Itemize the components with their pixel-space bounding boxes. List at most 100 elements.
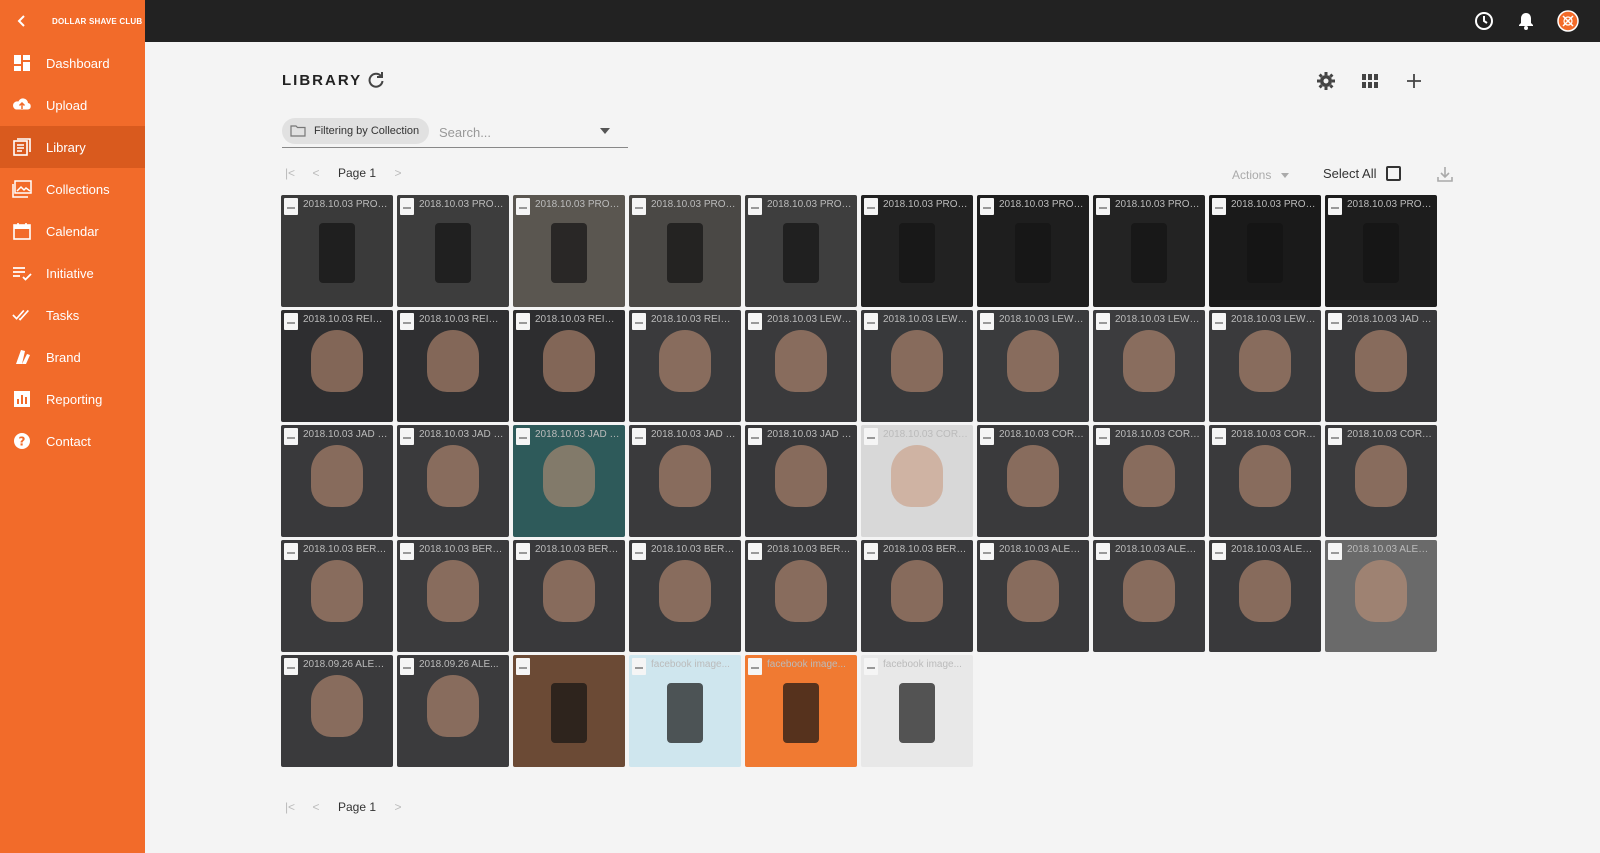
asset-thumbnail (1123, 445, 1175, 507)
asset-tile[interactable]: 2018.10.03 PROD... (513, 195, 625, 307)
asset-tile[interactable]: 2018.10.03 JAD JP... (397, 425, 509, 537)
sidebar-item-library[interactable]: Library (0, 126, 145, 168)
asset-tile[interactable]: 2018.10.03 PROD... (1325, 195, 1437, 307)
sidebar-item-contact[interactable]: ? Contact (0, 420, 145, 462)
collection-filter-chip[interactable]: Filtering by Collection (282, 118, 430, 144)
next-page-icon[interactable]: > (390, 165, 406, 181)
collections-icon (12, 179, 32, 199)
gear-icon[interactable] (1315, 70, 1337, 92)
first-page-icon[interactable]: |< (282, 165, 298, 181)
avatar[interactable] (1556, 9, 1580, 33)
asset-tile[interactable]: 2018.10.03 LEWIS ... (861, 310, 973, 422)
asset-thumbnail (659, 560, 711, 622)
asset-tile[interactable]: 2018.10.03 ALEX J... (977, 540, 1089, 652)
asset-tile[interactable]: 2018.10.03 REID J... (513, 310, 625, 422)
asset-tile[interactable]: 2018.10.03 ALEX J... (1093, 540, 1205, 652)
asset-tile[interactable]: 2018.10.03 REID J... (397, 310, 509, 422)
actions-dropdown[interactable]: Actions (1232, 168, 1290, 182)
asset-thumbnail (1007, 445, 1059, 507)
chevron-left-icon[interactable] (14, 13, 30, 29)
asset-tile[interactable]: 2018.10.03 JAD JP... (629, 425, 741, 537)
bell-icon[interactable] (1514, 9, 1538, 33)
sidebar-item-dashboard[interactable]: Dashboard (0, 42, 145, 84)
asset-tile[interactable]: 2018.10.03 PROD... (281, 195, 393, 307)
sidebar-item-tasks[interactable]: Tasks (0, 294, 145, 336)
asset-tile[interactable]: 2018.09.26 ALEX ... (281, 655, 393, 767)
prev-page-icon[interactable]: < (308, 165, 324, 181)
asset-tile[interactable]: 2018.10.03 LEWIS ... (745, 310, 857, 422)
sidebar-item-label: Collections (46, 181, 110, 197)
add-icon[interactable] (1403, 70, 1425, 92)
select-all-checkbox[interactable] (1386, 166, 1402, 181)
sidebar-item-upload[interactable]: Upload (0, 84, 145, 126)
clock-icon[interactable] (1472, 9, 1496, 33)
asset-tile[interactable]: 2018.10.03 PROD... (1093, 195, 1205, 307)
asset-tile[interactable]: 2018.10.03 LEWIS ... (977, 310, 1089, 422)
select-all-label: Select All (1323, 166, 1377, 181)
asset-tile[interactable]: facebook image... (861, 655, 973, 767)
asset-tile[interactable]: facebook image... (745, 655, 857, 767)
file-type-icon (980, 543, 994, 560)
refresh-icon[interactable] (366, 70, 386, 90)
top-bar (0, 0, 1600, 42)
first-page-icon[interactable]: |< (282, 799, 298, 815)
asset-tile[interactable]: 2018.10.03 JAD JP... (745, 425, 857, 537)
asset-tile[interactable]: 2018.10.03 CORY ... (977, 425, 1089, 537)
asset-tile[interactable]: 2018.10.03 REID J... (629, 310, 741, 422)
sidebar-item-calendar[interactable]: Calendar (0, 210, 145, 252)
prev-page-icon[interactable]: < (308, 799, 324, 815)
sidebar-item-brand[interactable]: Brand (0, 336, 145, 378)
asset-filename: facebook image... (883, 659, 962, 670)
asset-tile[interactable]: 2018.10.03 BERN... (629, 540, 741, 652)
asset-thumbnail (543, 445, 595, 507)
asset-tile[interactable]: 2018.10.03 CORY ... (861, 425, 973, 537)
asset-thumbnail (899, 223, 935, 283)
asset-thumbnail (1355, 445, 1407, 507)
sidebar-item-initiative[interactable]: Initiative (0, 252, 145, 294)
asset-tile[interactable]: 2018.10.03 PROD... (977, 195, 1089, 307)
asset-tile[interactable]: 2018.10.03 ALEX J... (1209, 540, 1321, 652)
next-page-icon[interactable]: > (390, 799, 406, 815)
asset-tile[interactable]: 2018.10.03 ALEX J... (1325, 540, 1437, 652)
asset-tile[interactable]: 2018.10.03 BERN... (861, 540, 973, 652)
asset-filename: 2018.10.03 REID J... (651, 314, 737, 325)
sidebar-item-reporting[interactable]: Reporting (0, 378, 145, 420)
asset-filename: 2018.10.03 LEWIS ... (999, 314, 1085, 325)
asset-tile[interactable]: 2018.10.03 JAD JP... (1325, 310, 1437, 422)
asset-filename: 2018.09.26 ALEX ... (303, 659, 389, 670)
asset-tile[interactable]: 2018.10.03 PROD... (629, 195, 741, 307)
asset-tile[interactable]: facebook image... (629, 655, 741, 767)
search-dropdown-arrow-icon[interactable] (600, 128, 610, 134)
sidebar-item-label: Reporting (46, 391, 103, 407)
sidebar-item-collections[interactable]: Collections (0, 168, 145, 210)
header-actions (1315, 70, 1425, 92)
asset-tile[interactable]: 2018.10.03 PROD... (397, 195, 509, 307)
asset-tile[interactable]: 2018.10.03 LEWIS ... (1209, 310, 1321, 422)
asset-tile[interactable]: 2018.09.26 ALE... (397, 655, 509, 767)
asset-tile[interactable]: 2018.10.03 REID J... (281, 310, 393, 422)
asset-tile[interactable]: 2018.10.03 CORY ... (1325, 425, 1437, 537)
select-all[interactable]: Select All (1323, 166, 1402, 181)
asset-thumbnail (1239, 560, 1291, 622)
asset-tile[interactable]: 2018.10.03 JAD JP... (513, 425, 625, 537)
asset-filename: 2018.10.03 CORY ... (999, 429, 1085, 440)
search-input[interactable] (439, 122, 599, 142)
asset-tile[interactable]: 2018.10.03 PROD... (861, 195, 973, 307)
asset-tile[interactable]: 2018.10.03 PROD... (1209, 195, 1321, 307)
asset-filename: 2018.10.03 LEWIS ... (1231, 314, 1317, 325)
asset-tile[interactable] (513, 655, 625, 767)
asset-tile[interactable]: 2018.10.03 BERN... (281, 540, 393, 652)
asset-tile[interactable]: 2018.10.03 BERN... (397, 540, 509, 652)
asset-tile[interactable]: 2018.10.03 PROD... (745, 195, 857, 307)
asset-tile[interactable]: 2018.10.03 JAD JP... (281, 425, 393, 537)
asset-tile[interactable]: 2018.10.03 CORY ... (1209, 425, 1321, 537)
asset-tile[interactable]: 2018.10.03 BERN... (513, 540, 625, 652)
asset-tile[interactable]: 2018.10.03 CORY ... (1093, 425, 1205, 537)
download-icon[interactable] (1435, 164, 1455, 184)
asset-filename: 2018.10.03 PROD... (999, 199, 1085, 210)
asset-filename: 2018.10.03 REID J... (303, 314, 389, 325)
asset-tile[interactable]: 2018.10.03 BERN... (745, 540, 857, 652)
grid-view-icon[interactable] (1359, 70, 1381, 92)
file-type-icon (1096, 428, 1110, 445)
asset-tile[interactable]: 2018.10.03 LEWIS ... (1093, 310, 1205, 422)
